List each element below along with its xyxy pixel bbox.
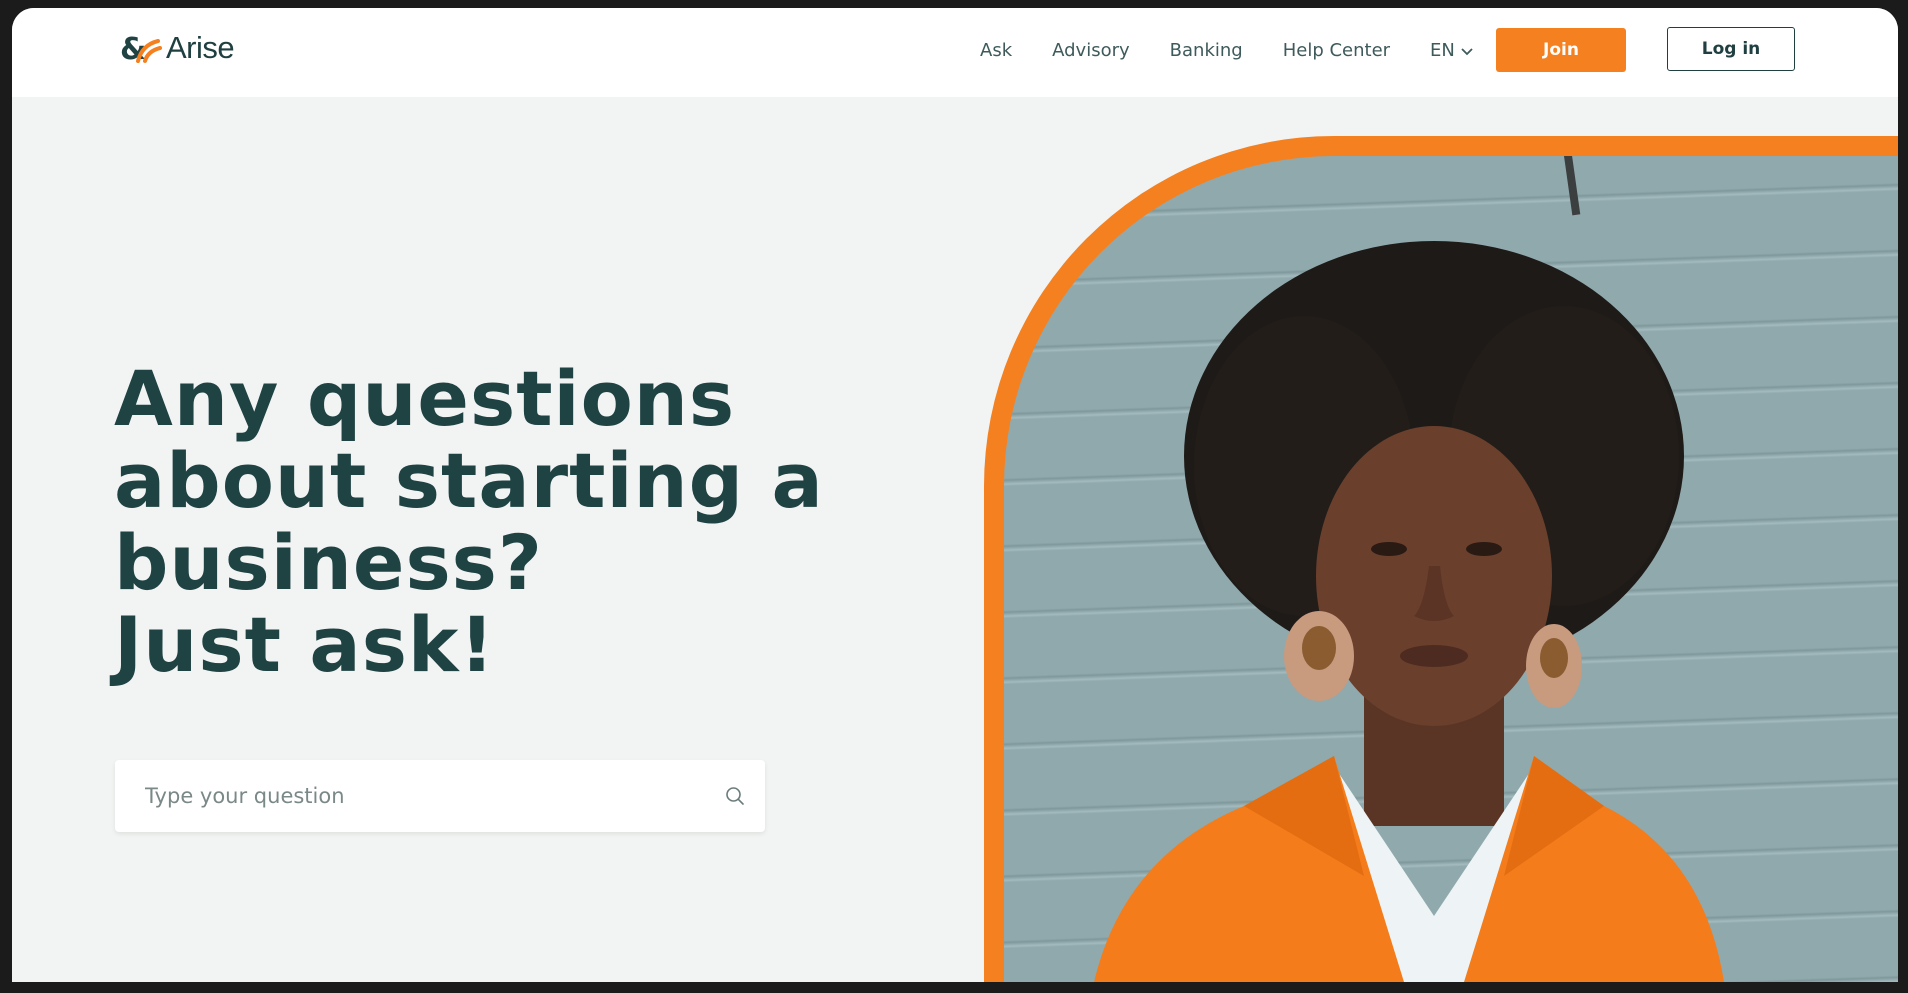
question-search-box <box>115 760 765 832</box>
hero-heading-line: business? <box>114 518 544 607</box>
nav-banking[interactable]: Banking <box>1170 39 1243 63</box>
hero-heading: Any questions about starting a business?… <box>114 358 834 686</box>
question-input[interactable] <box>143 783 723 809</box>
hero-image-frame <box>984 136 1898 982</box>
main-nav: Ask Advisory Banking Help Center EN <box>980 39 1473 63</box>
hero-heading-line: Any questions <box>114 354 736 443</box>
hero-heading-line: about starting a <box>114 436 824 525</box>
login-button[interactable]: Log in <box>1667 27 1795 71</box>
language-label: EN <box>1430 40 1455 61</box>
nav-advisory[interactable]: Advisory <box>1052 39 1130 63</box>
hero-heading-line: Just ask! <box>114 600 496 689</box>
logo-text: Arise <box>166 30 235 65</box>
nav-help-center[interactable]: Help Center <box>1283 39 1390 63</box>
hero-portrait-photo <box>1004 156 1898 982</box>
search-icon[interactable] <box>723 784 747 808</box>
language-selector[interactable]: EN <box>1430 39 1473 63</box>
portrait-illustration <box>1094 156 1724 982</box>
chevron-down-icon <box>1461 39 1473 63</box>
browser-viewport: & Arise Ask Advisory Banking Help Center… <box>12 8 1898 982</box>
logo-ampersand-icon: & <box>120 31 164 65</box>
nav-ask[interactable]: Ask <box>980 39 1012 63</box>
logo[interactable]: & Arise <box>120 30 235 66</box>
join-button[interactable]: Join <box>1496 28 1626 72</box>
site-header: & Arise Ask Advisory Banking Help Center… <box>12 8 1898 97</box>
